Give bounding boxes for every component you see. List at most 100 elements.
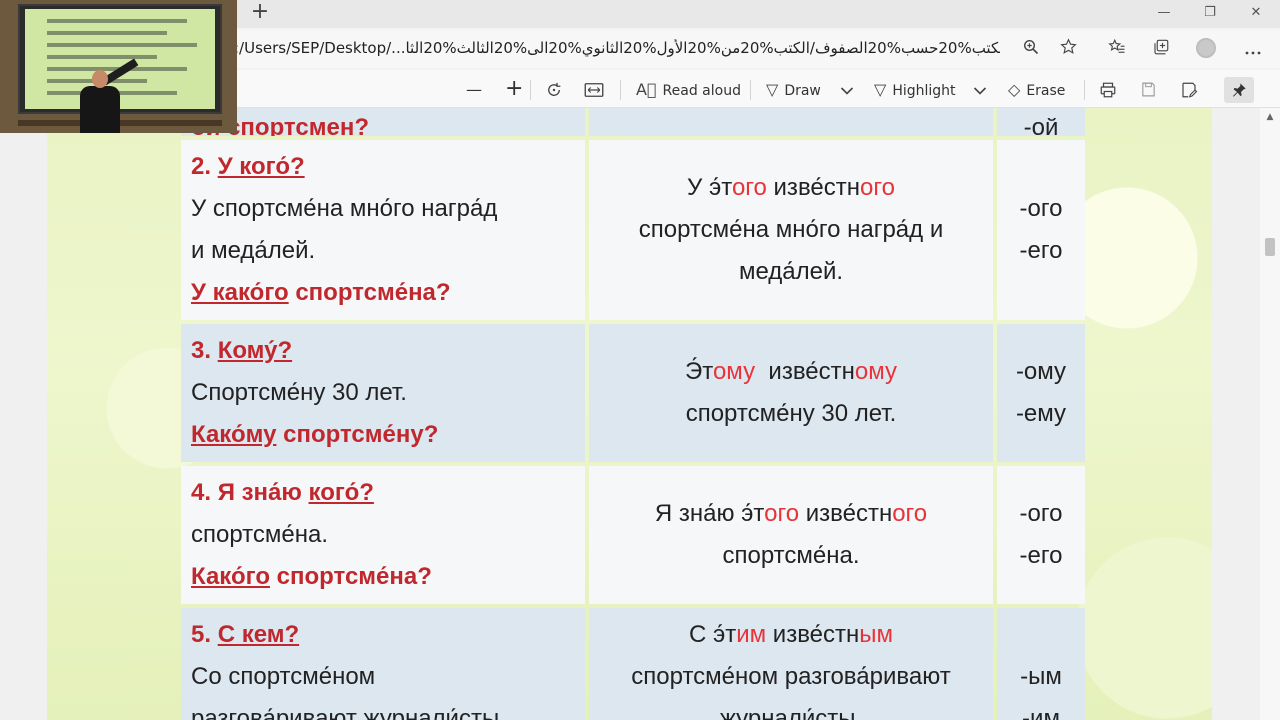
question-text: ой спортсмен? <box>191 118 369 136</box>
zoom-icon[interactable] <box>1018 38 1044 62</box>
read-aloud-button[interactable]: A⃓ Read aloud <box>636 78 741 102</box>
question-prefix: Я зна́ю <box>217 479 302 506</box>
zoom-out-button[interactable]: — <box>466 78 482 102</box>
ending-text: -ого <box>1019 195 1063 222</box>
pdf-viewport[interactable]: ой спортсмен? -ой 2. У кого́? У спортсме… <box>0 108 1260 720</box>
rotate-icon[interactable] <box>545 78 563 102</box>
classroom-screen <box>18 4 222 114</box>
row-number: 4. <box>191 479 212 506</box>
ending-cell: -ому -ему <box>997 324 1085 462</box>
ending-text: -им <box>1022 705 1060 720</box>
ending-text: -его <box>1019 237 1063 264</box>
ending-text: -ему <box>1015 400 1067 427</box>
read-aloud-label: Read aloud <box>662 83 741 99</box>
question-heading: 3. Кому́? <box>191 330 575 372</box>
row-number: 2. <box>191 153 212 180</box>
question-cell: 4. Я зна́ю кого́? спортсме́на. Како́го с… <box>181 466 585 604</box>
question-word: кого́? <box>308 479 374 506</box>
favorites-list-icon[interactable] <box>1104 38 1130 62</box>
ending-text: -ым <box>1020 663 1062 690</box>
projected-slide <box>25 9 215 109</box>
question-word: У кого́? <box>217 153 305 180</box>
highlighter-icon: ▽ <box>874 80 887 99</box>
favorite-star-icon[interactable] <box>1055 38 1081 62</box>
question-heading: 5. С кем? <box>191 614 575 656</box>
save-as-icon[interactable] <box>1180 78 1198 102</box>
table-row: 3. Кому́? Спортсме́ну 30 лет. Како́му сп… <box>181 324 1085 462</box>
draw-button[interactable]: ▽ Draw <box>766 78 821 102</box>
ending-text: -его <box>1019 542 1063 569</box>
answer-line: журнали́сты. <box>719 705 863 720</box>
table-row: ой спортсмен? -ой <box>181 108 1085 136</box>
cases-table: ой спортсмен? -ой 2. У кого́? У спортсме… <box>177 108 1089 720</box>
new-tab-button[interactable]: + <box>248 1 272 24</box>
adjective-question-word: Како́му <box>191 421 277 448</box>
adjective-question-word: Како́го <box>191 563 270 590</box>
draw-options-chevron-icon[interactable] <box>840 78 854 102</box>
ending-text: -ого <box>1019 500 1063 527</box>
profile-avatar[interactable] <box>1196 38 1216 58</box>
draw-pen-icon: ▽ <box>766 80 779 99</box>
read-aloud-icon: A⃓ <box>636 80 657 99</box>
erase-button[interactable]: ◇ Erase <box>1008 78 1065 102</box>
question-word: Кому́? <box>217 337 293 364</box>
example-sentence: спортсме́на. <box>191 521 329 548</box>
example-sentence: У спортсме́на мно́го награ́д <box>191 195 498 222</box>
minimize-button[interactable]: — <box>1154 4 1174 22</box>
table-row: 5. С кем? Со спортсме́ном разгова́ривают… <box>181 608 1085 720</box>
zoom-in-button[interactable]: + <box>505 78 523 102</box>
save-icon[interactable] <box>1140 78 1157 102</box>
vertical-scrollbar[interactable]: ▲ <box>1260 108 1280 720</box>
answer-cell: Я зна́ю э́того изве́стного спортсме́на. <box>589 466 993 604</box>
toolbar-divider <box>1084 80 1085 100</box>
scroll-thumb[interactable] <box>1265 238 1275 256</box>
adjective-question-noun: спортсме́ну? <box>283 421 439 448</box>
question-heading: 2. У кого́? <box>191 146 575 188</box>
table-row: 4. Я зна́ю кого́? спортсме́на. Како́го с… <box>181 466 1085 604</box>
highlight-label: Highlight <box>892 83 956 99</box>
url-field[interactable]: :/Users/SEP/Desktop/...الكتب%20حسب%20الص… <box>234 39 1000 59</box>
pin-toolbar-icon[interactable] <box>1224 77 1254 103</box>
close-button[interactable]: ✕ <box>1246 4 1266 22</box>
question-cell: ой спортсмен? <box>181 108 585 136</box>
row-number: 5. <box>191 621 212 648</box>
collections-icon[interactable] <box>1148 38 1174 62</box>
question-cell: 2. У кого́? У спортсме́на мно́го награ́д… <box>181 140 585 320</box>
answer-line: спортсме́ном разгова́ривают <box>631 663 951 690</box>
answer-cell <box>589 108 993 136</box>
teacher-figure <box>80 86 120 133</box>
highlight-options-chevron-icon[interactable] <box>973 78 987 102</box>
ending-cell: -ым -им <box>997 608 1085 720</box>
row-number: 3. <box>191 337 212 364</box>
print-icon[interactable] <box>1099 78 1117 102</box>
adjective-question-word: У како́го <box>191 279 289 306</box>
ending-cell: -ой <box>997 108 1085 136</box>
question-word: С кем? <box>217 621 300 648</box>
example-sentence: Спортсме́ну 30 лет. <box>191 379 407 406</box>
question-cell: 5. С кем? Со спортсме́ном разгова́ривают… <box>181 608 585 720</box>
toolbar-divider <box>750 80 751 100</box>
ending-text: -ому <box>1015 358 1067 385</box>
adjective-question-noun: спортсме́на? <box>295 279 451 306</box>
answer-cell: У э́того изве́стного спортсме́на мно́го … <box>589 140 993 320</box>
more-menu-icon[interactable] <box>1240 38 1266 62</box>
toolbar-divider <box>530 80 531 100</box>
toolbar-divider <box>620 80 621 100</box>
restore-button[interactable]: ❐ <box>1200 4 1220 22</box>
fit-page-icon[interactable] <box>584 78 604 102</box>
answer-line: У э́того изве́стного <box>687 174 895 201</box>
highlight-button[interactable]: ▽ Highlight <box>874 78 956 102</box>
board-tray <box>18 120 222 126</box>
answer-line: Э́тому изве́стному <box>684 358 898 385</box>
question-cell: 3. Кому́? Спортсме́ну 30 лет. Како́му сп… <box>181 324 585 462</box>
ending-cell: -ого -его <box>997 466 1085 604</box>
adjective-question: У како́го спортсме́на? <box>191 272 575 314</box>
example-sentence: Со спортсме́ном <box>191 663 376 690</box>
eraser-icon: ◇ <box>1008 80 1021 99</box>
ending-text: -ой <box>1023 118 1059 136</box>
answer-line: меда́лей. <box>738 258 844 285</box>
adjective-question: Како́го спортсме́на? <box>191 556 575 598</box>
answer-line: спортсме́на. <box>722 542 860 569</box>
draw-label: Draw <box>784 83 821 99</box>
scroll-up-arrow-icon[interactable]: ▲ <box>1264 112 1276 122</box>
